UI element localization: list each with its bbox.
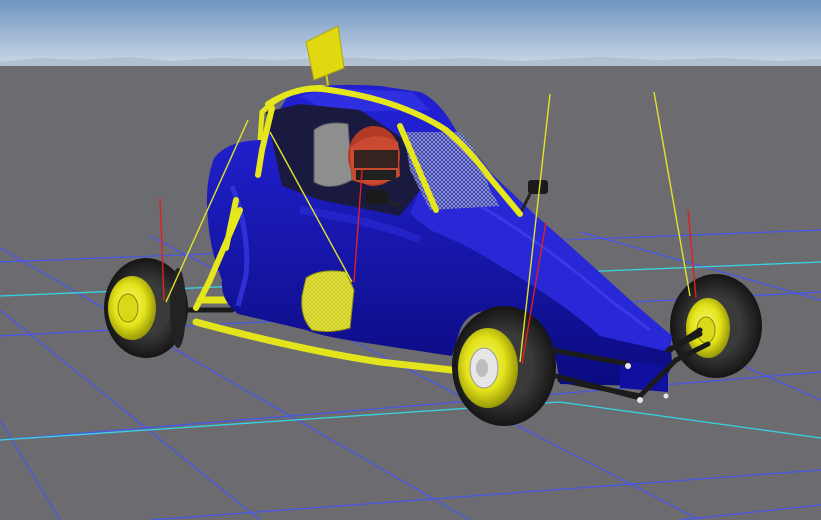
seat bbox=[313, 122, 353, 187]
vehicle-scene[interactable] bbox=[0, 0, 821, 520]
sky bbox=[0, 0, 821, 66]
3d-viewport[interactable] bbox=[0, 0, 821, 520]
front-left-wheel bbox=[452, 306, 556, 426]
rear-right-wheel bbox=[670, 274, 762, 378]
rear-left-wheel bbox=[104, 258, 188, 358]
driver-helmet bbox=[348, 126, 400, 186]
